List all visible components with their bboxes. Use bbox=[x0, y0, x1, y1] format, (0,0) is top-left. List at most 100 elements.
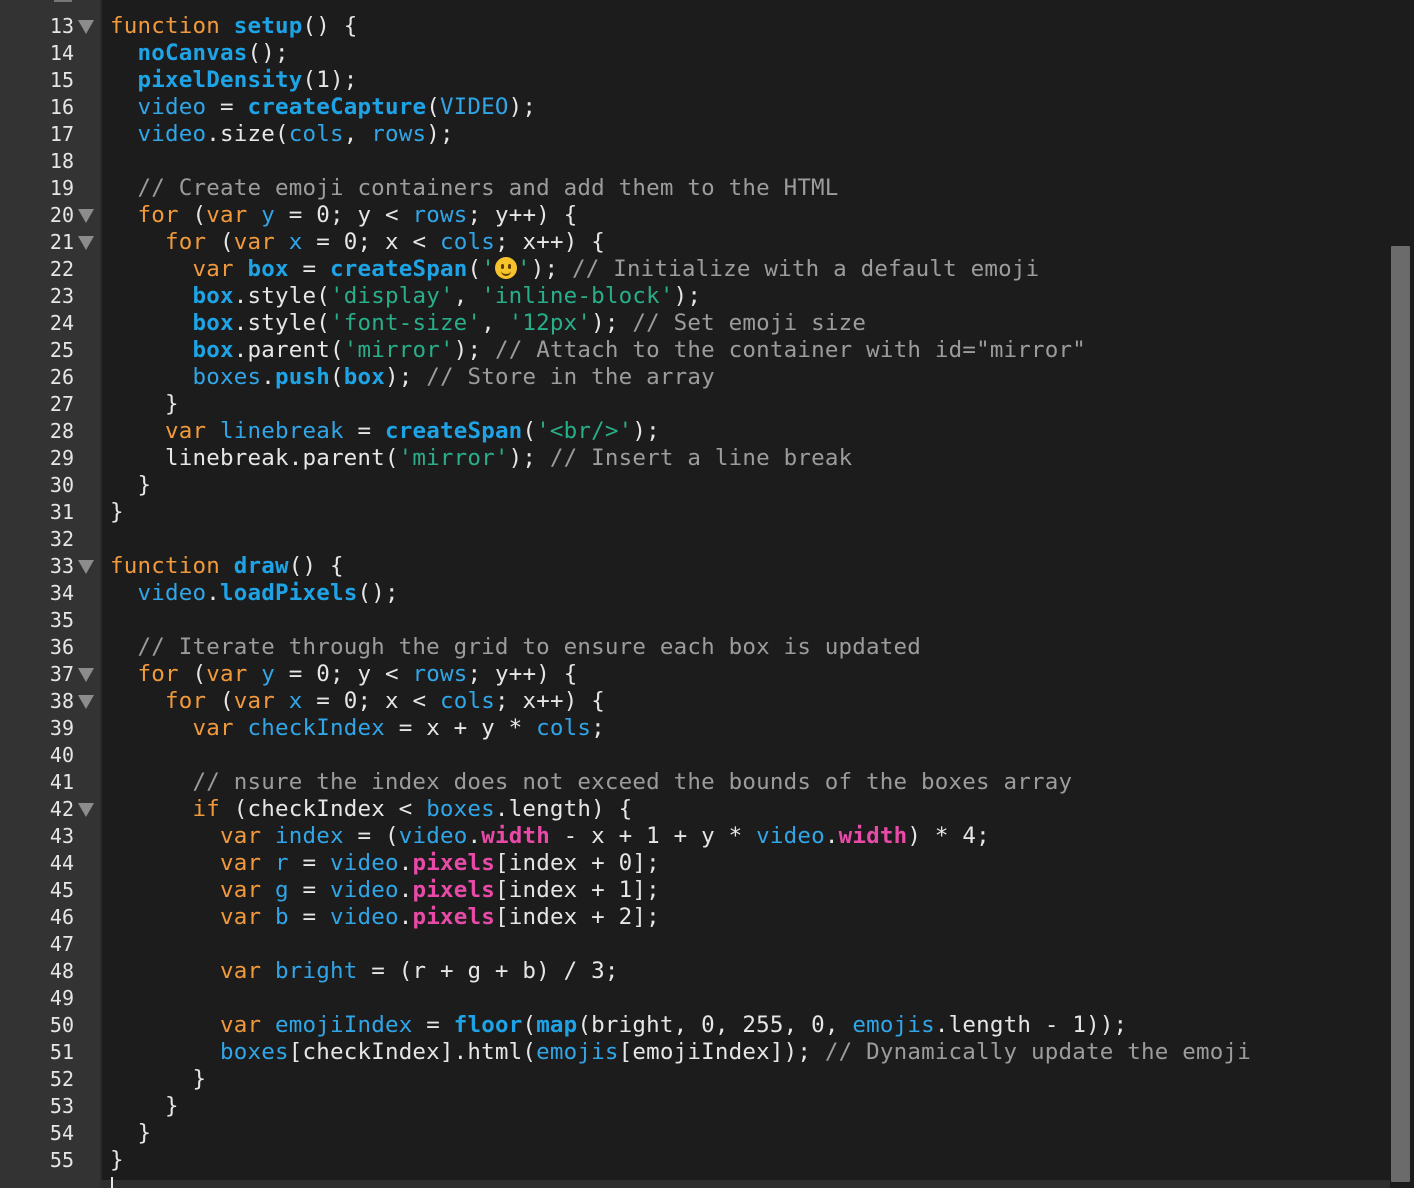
code-token: ) * 4; bbox=[907, 823, 990, 849]
fold-toggle-icon[interactable] bbox=[78, 695, 94, 709]
code-line[interactable]: for (var x = 0; x < cols; x++) { bbox=[110, 688, 605, 715]
code-token: . bbox=[398, 904, 413, 930]
code-line[interactable]: boxes.push(box); // Store in the array bbox=[110, 364, 715, 391]
code-line[interactable]: // Create emoji containers and add them … bbox=[110, 175, 839, 202]
code-token: for bbox=[137, 202, 179, 228]
fold-toggle-icon[interactable] bbox=[78, 668, 94, 682]
code-token: pixels bbox=[412, 877, 495, 903]
code-token: } bbox=[110, 1120, 152, 1146]
code-token: for bbox=[165, 229, 207, 255]
code-line[interactable]: var emojiIndex = floor(map(bright, 0, 25… bbox=[110, 1012, 1127, 1039]
line-number: 34 bbox=[49, 581, 74, 605]
text-cursor bbox=[111, 1177, 113, 1188]
code-line[interactable]: var checkIndex = x + y * cols; bbox=[110, 715, 605, 742]
code-line[interactable]: for (var y = 0; y < rows; y++) { bbox=[110, 661, 578, 688]
code-line[interactable]: noCanvas(); bbox=[110, 40, 289, 67]
code-token: ); bbox=[426, 121, 454, 147]
code-token: // Insert a line break bbox=[549, 445, 853, 471]
code-line[interactable]: pixelDensity(1); bbox=[110, 67, 358, 94]
code-editor[interactable]: 13 14 15 16 17 18 19 20 21 22 23 24 25 26 27 28 29 30 31 32… bbox=[0, 0, 1414, 1188]
code-token: pixels bbox=[412, 850, 495, 876]
code-line[interactable]: } bbox=[110, 391, 179, 418]
scrollbar-thumb[interactable] bbox=[1391, 246, 1410, 1182]
code-token: // Store in the array bbox=[426, 364, 715, 390]
line-number: 13 bbox=[49, 14, 74, 38]
code-token: // Attach to the container with id="mirr… bbox=[494, 337, 1087, 363]
code-token: // Create emoji containers and add them … bbox=[137, 175, 839, 201]
line-number: 21 bbox=[49, 230, 74, 254]
code-token: var bbox=[219, 850, 262, 876]
fold-toggle-icon[interactable] bbox=[78, 236, 94, 250]
fold-toggle-icon[interactable] bbox=[78, 803, 94, 817]
code-token: '<br/>' bbox=[536, 418, 633, 444]
line-number: 35 bbox=[49, 608, 74, 632]
code-token: function bbox=[110, 13, 234, 39]
code-line[interactable]: } bbox=[110, 499, 124, 526]
code-line[interactable]: var bright = (r + g + b) / 3; bbox=[110, 958, 619, 985]
code-line[interactable]: var r = video.pixels[index + 0]; bbox=[110, 850, 660, 877]
line-number: 22 bbox=[49, 257, 74, 281]
code-token: box bbox=[247, 256, 289, 282]
fold-toggle-icon[interactable] bbox=[78, 560, 94, 574]
code-line[interactable]: boxes[checkIndex].html(emojis[emojiIndex… bbox=[110, 1039, 1251, 1066]
code-token: 'mirror' bbox=[343, 337, 454, 363]
code-token: = bbox=[288, 256, 330, 282]
code-token: for bbox=[165, 688, 207, 714]
line-number: 18 bbox=[49, 149, 74, 173]
code-line[interactable]: for (var y = 0; y < rows; y++) { bbox=[110, 202, 578, 229]
code-token: video bbox=[137, 580, 207, 606]
code-line[interactable]: function draw() { bbox=[110, 553, 344, 580]
line-number: 19 bbox=[49, 176, 74, 200]
code-token: ; y++) { bbox=[467, 202, 578, 228]
code-line[interactable]: var index = (video.width - x + 1 + y * v… bbox=[110, 823, 990, 850]
line-number: 28 bbox=[49, 419, 74, 443]
code-token: . bbox=[467, 823, 482, 849]
code-line[interactable]: var box = createSpan(' '); // Initialize … bbox=[110, 256, 1039, 283]
code-line[interactable]: function setup() { bbox=[110, 13, 357, 40]
code-line[interactable]: var linebreak = createSpan('<br/>'); bbox=[110, 418, 660, 445]
fold-toggle-icon[interactable] bbox=[78, 20, 94, 34]
code-line[interactable]: // nsure the index does not exceed the b… bbox=[110, 769, 1072, 796]
code-line[interactable]: box.style('display', 'inline-block'); bbox=[110, 283, 701, 310]
code-line[interactable]: if (checkIndex < boxes.length) { bbox=[110, 796, 632, 823]
code-token: box bbox=[343, 364, 385, 390]
code-line[interactable]: } bbox=[110, 1093, 179, 1120]
code-line[interactable]: } bbox=[110, 1120, 151, 1147]
code-line[interactable]: video.size(cols, rows); bbox=[110, 121, 454, 148]
smiley-emoji-icon bbox=[494, 257, 517, 279]
code-token: video bbox=[329, 850, 399, 876]
code-line[interactable]: // Iterate through the grid to ensure ea… bbox=[110, 634, 921, 661]
code-line[interactable]: for (var x = 0; x < cols; x++) { bbox=[110, 229, 605, 256]
line-number: 23 bbox=[49, 284, 74, 308]
line-number: 46 bbox=[49, 905, 74, 929]
code-token: linebreak.parent( bbox=[110, 445, 399, 471]
code-line[interactable]: box.parent('mirror'); // Attach to the c… bbox=[110, 337, 1086, 364]
code-line[interactable]: linebreak.parent('mirror'); // Insert a … bbox=[110, 445, 852, 472]
code-token: () { bbox=[288, 553, 344, 579]
code-token: createSpan bbox=[329, 256, 468, 282]
code-line[interactable]: var g = video.pixels[index + 1]; bbox=[110, 877, 660, 904]
code-line[interactable]: var b = video.pixels[index + 2]; bbox=[110, 904, 660, 931]
code-line[interactable]: } bbox=[110, 1147, 124, 1174]
code-line[interactable]: video.loadPixels(); bbox=[110, 580, 399, 607]
code-token: floor bbox=[453, 1012, 523, 1038]
code-line[interactable]: box.style('font-size', '12px'); // Set e… bbox=[110, 310, 866, 337]
code-line[interactable]: video = createCapture(VIDEO); bbox=[110, 94, 536, 121]
code-token: . bbox=[398, 850, 413, 876]
line-number: 42 bbox=[49, 797, 74, 821]
code-token: cols bbox=[439, 229, 495, 255]
code-token: ( bbox=[522, 418, 537, 444]
fold-toggle-icon[interactable] bbox=[78, 209, 94, 223]
code-line[interactable]: } bbox=[110, 472, 151, 499]
code-token: .size( bbox=[206, 121, 289, 147]
code-area[interactable]: function setup() { noCanvas(); pixelDens… bbox=[110, 0, 1388, 1188]
code-line[interactable]: } bbox=[110, 1066, 206, 1093]
